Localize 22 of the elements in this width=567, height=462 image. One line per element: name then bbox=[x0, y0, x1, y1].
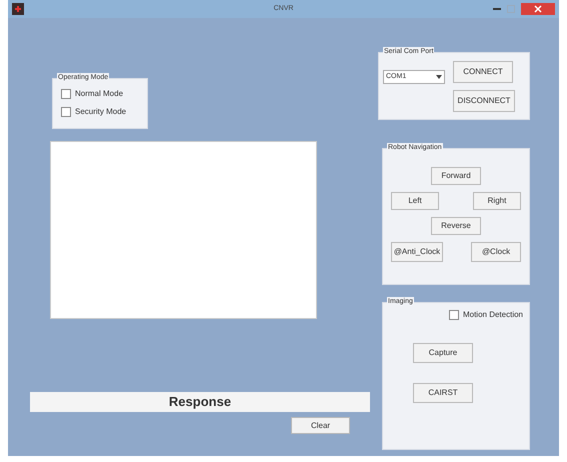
clock-button[interactable]: @Clock bbox=[471, 242, 521, 262]
right-button[interactable]: Right bbox=[473, 192, 521, 210]
checkbox[interactable] bbox=[448, 310, 459, 320]
app-icon bbox=[12, 3, 24, 15]
minimize-icon[interactable] bbox=[493, 7, 501, 11]
checkbox[interactable] bbox=[61, 89, 71, 99]
clear-button[interactable]: Clear bbox=[291, 417, 350, 434]
mode-option-label: Security Mode bbox=[75, 106, 126, 118]
mode-option-label: Normal Mode bbox=[75, 88, 124, 100]
left-button[interactable]: Left bbox=[391, 192, 439, 210]
anti-clock-button[interactable]: @Anti_Clock bbox=[391, 242, 443, 262]
chevron-down-icon bbox=[436, 75, 442, 79]
reverse-button[interactable]: Reverse bbox=[431, 217, 481, 235]
connect-button[interactable]: CONNECT bbox=[453, 61, 513, 83]
response-text: Response bbox=[168, 393, 232, 412]
cairst-button[interactable]: CAIRST bbox=[413, 383, 473, 403]
motion-detection-label: Motion Detection bbox=[462, 309, 523, 321]
forward-button[interactable]: Forward bbox=[431, 167, 481, 185]
checkbox[interactable] bbox=[61, 107, 71, 117]
disconnect-button[interactable]: DISCONNECT bbox=[453, 90, 515, 112]
capture-button[interactable]: Capture bbox=[413, 343, 473, 363]
close-icon[interactable] bbox=[521, 3, 555, 15]
